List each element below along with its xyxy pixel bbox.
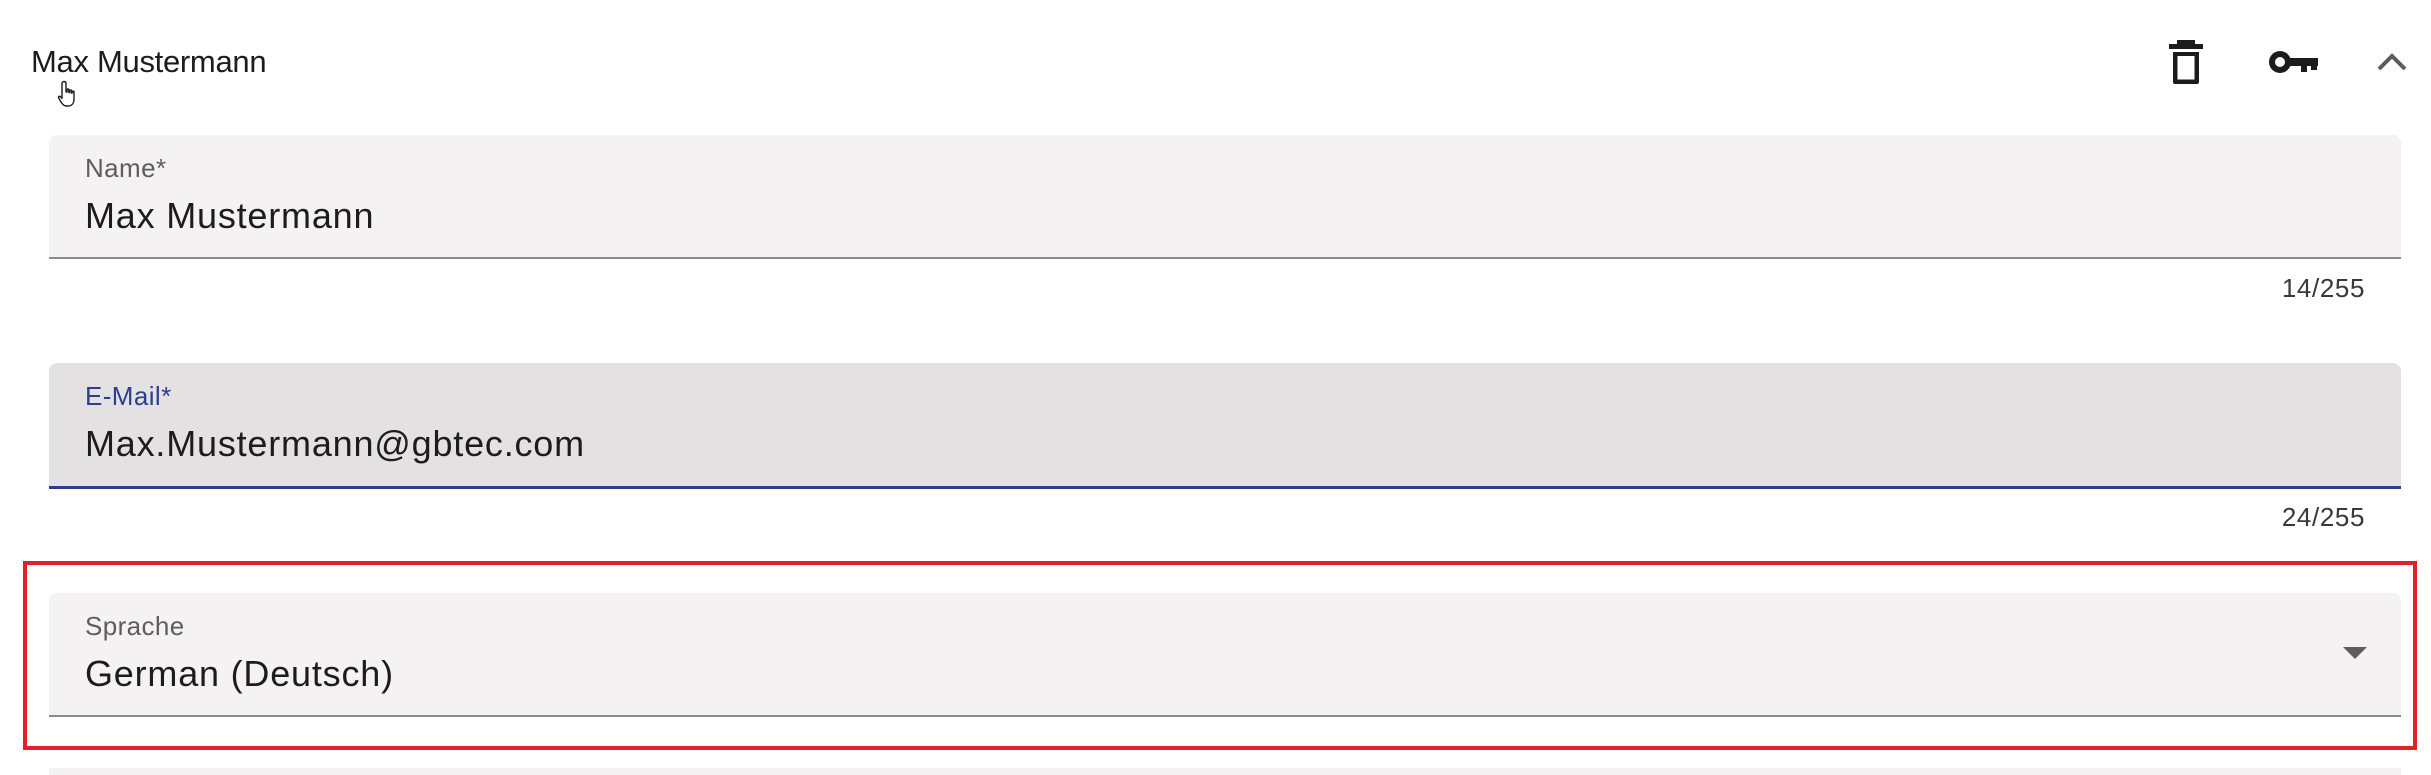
key-icon xyxy=(2269,51,2318,73)
name-input[interactable]: Max Mustermann xyxy=(85,195,374,237)
email-input[interactable]: Max.Mustermann@gbtec.com xyxy=(85,423,585,465)
language-selected-value[interactable]: German (Deutsch) xyxy=(85,653,394,695)
name-field-label: Name* xyxy=(85,153,167,183)
next-field-edge xyxy=(49,768,2401,775)
chevron-up-icon xyxy=(2377,53,2407,71)
user-name-title[interactable]: Max Mustermann xyxy=(31,44,267,80)
collapse-panel-button[interactable] xyxy=(2354,24,2430,100)
delete-user-button[interactable] xyxy=(2148,24,2224,100)
reset-password-button[interactable] xyxy=(2256,24,2332,100)
email-char-counter: 24/255 xyxy=(2281,502,2365,532)
trash-icon xyxy=(2169,40,2203,84)
name-char-counter: 14/255 xyxy=(2281,273,2365,303)
language-field-label: Sprache xyxy=(85,611,185,641)
user-panel-header[interactable]: Max Mustermann xyxy=(0,0,2431,125)
email-field-label: E-Mail* xyxy=(85,381,172,411)
email-field[interactable]: E-Mail* Max.Mustermann@gbtec.com xyxy=(49,363,2401,489)
dropdown-arrow-icon[interactable] xyxy=(2343,647,2367,659)
language-select[interactable]: Sprache German (Deutsch) xyxy=(49,593,2401,717)
hand-pointer-cursor-icon xyxy=(57,80,75,107)
name-field[interactable]: Name* Max Mustermann xyxy=(49,135,2401,259)
